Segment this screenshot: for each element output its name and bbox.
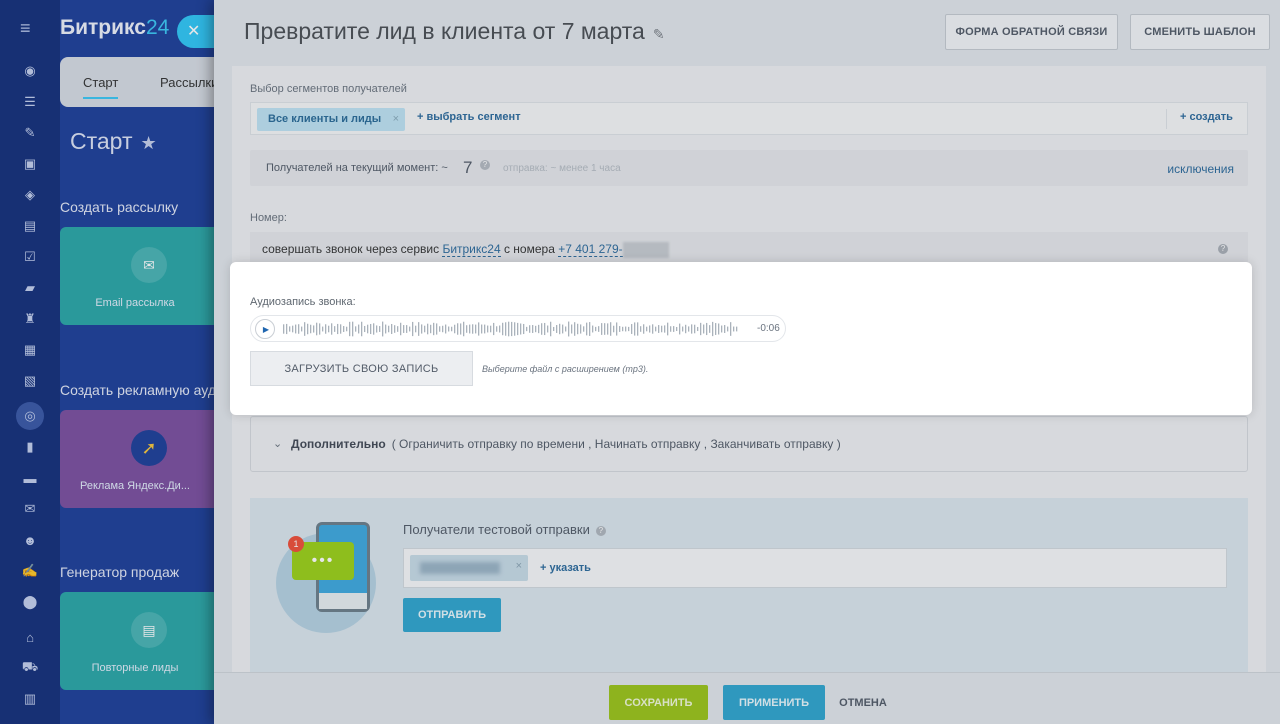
help-icon[interactable]: ? bbox=[1218, 244, 1228, 254]
nav-feed-icon[interactable]: ◉ bbox=[19, 60, 41, 82]
nav-filter-icon[interactable]: ☰ bbox=[19, 91, 41, 113]
nav-chat-icon[interactable]: ◈ bbox=[19, 184, 41, 206]
nav-mail-icon[interactable]: ✉ bbox=[19, 498, 41, 520]
app-logo: Битрикс24 bbox=[60, 16, 170, 39]
additional-options-text[interactable]: Дополнительно( Ограничить отправку по вр… bbox=[291, 437, 841, 451]
test-send-block: ••• 1 Получатели тестовой отправки? × + … bbox=[250, 498, 1248, 676]
tab-start[interactable]: Старт bbox=[83, 75, 119, 99]
segment-chip[interactable]: Все клиенты и лиды × bbox=[257, 108, 405, 131]
nav-drive-icon[interactable]: ▤ bbox=[19, 215, 41, 237]
segments-label: Выбор сегментов получателей bbox=[250, 83, 407, 95]
hamburger-menu-icon[interactable]: ≡ bbox=[20, 19, 31, 37]
blurred-phone-digits bbox=[622, 242, 669, 258]
nav-tasks-icon[interactable]: ✎ bbox=[19, 122, 41, 144]
recipient-chip[interactable]: × bbox=[410, 555, 528, 581]
nav-sites-icon[interactable]: ⬤ bbox=[19, 591, 41, 613]
number-text: совершать звонок через сервис Битрикс24 … bbox=[262, 242, 669, 258]
service-link[interactable]: Битрикс24 bbox=[442, 242, 501, 258]
divider bbox=[1166, 109, 1167, 129]
footer-bar: СОХРАНИТЬ ПРИМЕНИТЬ ОТМЕНА bbox=[214, 672, 1280, 724]
number-label: Номер: bbox=[250, 212, 287, 224]
audio-player[interactable]: ▶ -0:06 bbox=[250, 315, 786, 342]
nav-contacts-icon[interactable]: ▣ bbox=[19, 153, 41, 175]
card-label: Реклама Яндекс.Ди... bbox=[80, 480, 190, 492]
chevron-down-icon[interactable]: ⌄ bbox=[273, 437, 282, 450]
section-heading: Создать рассылку bbox=[60, 199, 179, 215]
nav-document-icon[interactable]: ▮ bbox=[19, 436, 41, 458]
send-time-estimate: отправка: ~ менее 1 часа bbox=[503, 163, 621, 174]
repeat-leads-icon: ▤ bbox=[131, 612, 167, 648]
cancel-button[interactable]: ОТМЕНА bbox=[834, 685, 892, 720]
edit-pencil-icon[interactable]: ✎ bbox=[653, 26, 665, 42]
card-label: Email рассылка bbox=[95, 297, 175, 309]
phone-link[interactable]: +7 401 279- bbox=[558, 242, 623, 258]
nav-robot-icon[interactable]: ♜ bbox=[19, 308, 41, 330]
additional-settings[interactable]: ⌄ Дополнительно( Ограничить отправку по … bbox=[250, 416, 1248, 472]
nav-report-icon[interactable]: ▧ bbox=[19, 370, 41, 392]
nav-shop-icon[interactable]: ▬ bbox=[19, 467, 41, 489]
nav-cart-icon[interactable]: ⛟ bbox=[19, 657, 41, 679]
remove-chip-icon[interactable]: × bbox=[516, 560, 522, 572]
add-recipient-link[interactable]: + указать bbox=[540, 562, 591, 574]
play-icon[interactable]: ▶ bbox=[255, 319, 275, 339]
save-button[interactable]: СОХРАНИТЬ bbox=[609, 685, 708, 720]
audio-recording-card: Аудиозапись звонка: ▶ -0:06 ЗАГРУЗИТЬ СВ… bbox=[230, 262, 1252, 415]
left-nav: ≡ ◉ ☰ ✎ ▣ ◈ ▤ ☑ ▰ ♜ ▦ ▧ ◎ ▮ ▬ ✉ ☻ ✍ ⬤ ⌂ … bbox=[0, 0, 60, 724]
card-label: Повторные лиды bbox=[91, 662, 179, 674]
help-icon[interactable]: ? bbox=[480, 160, 490, 170]
email-icon: ✉ bbox=[131, 247, 167, 283]
nav-marketing-icon[interactable]: ◎ bbox=[16, 402, 44, 430]
select-segment-link[interactable]: + выбрать сегмент bbox=[417, 111, 521, 123]
upload-hint: Выберите файл с расширением (mp3). bbox=[482, 364, 649, 374]
apply-button[interactable]: ПРИМЕНИТЬ bbox=[723, 685, 825, 720]
change-template-button[interactable]: СМЕНИТЬ ШАБЛОН bbox=[1130, 14, 1270, 50]
slider-title: Превратите лид в клиента от 7 марта ✎ bbox=[244, 18, 665, 44]
send-test-button[interactable]: ОТПРАВИТЬ bbox=[403, 598, 501, 632]
nav-messages-icon[interactable]: ▰ bbox=[19, 277, 41, 299]
recipients-row: Получателей на текущий момент: ~ 7 ? отп… bbox=[250, 150, 1248, 186]
recipients-label: Получателей на текущий момент: ~ bbox=[266, 162, 448, 174]
nav-team-icon[interactable]: ☻ bbox=[19, 529, 41, 551]
test-recipients-label: Получатели тестовой отправки? bbox=[403, 522, 606, 537]
tab-mailings[interactable]: Рассылки bbox=[160, 75, 218, 90]
background-page: Битрикс24 ✕ Старт Рассылки Старт ★ Создат… bbox=[60, 0, 264, 724]
audio-waveform[interactable] bbox=[283, 321, 743, 337]
recipients-count: 7 bbox=[463, 158, 473, 177]
create-segment-link[interactable]: + создать bbox=[1180, 111, 1233, 123]
segments-selector[interactable]: Все клиенты и лиды × + выбрать сегмент + … bbox=[250, 102, 1248, 135]
nav-calendar-icon[interactable]: ▦ bbox=[19, 339, 41, 361]
section-heading: Генератор продаж bbox=[60, 564, 180, 580]
audio-time: -0:06 bbox=[757, 323, 780, 334]
nav-sign-icon[interactable]: ✍ bbox=[19, 560, 41, 582]
yandex-direct-icon: ➚ bbox=[131, 430, 167, 466]
exclusions-link[interactable]: исключения bbox=[1167, 162, 1234, 176]
blurred-recipient bbox=[420, 562, 500, 574]
remove-chip-icon[interactable]: × bbox=[393, 108, 399, 131]
nav-checklist-icon[interactable]: ☑ bbox=[19, 246, 41, 268]
notification-badge: 1 bbox=[288, 536, 304, 552]
help-icon[interactable]: ? bbox=[595, 525, 606, 536]
feedback-form-button[interactable]: ФОРМА ОБРАТНОЙ СВЯЗИ bbox=[945, 14, 1118, 50]
test-recipients-input[interactable]: × + указать bbox=[403, 548, 1227, 588]
nav-analytics-icon[interactable]: ▥ bbox=[19, 688, 41, 710]
audio-label: Аудиозапись звонка: bbox=[250, 296, 356, 308]
page-title: Старт ★ bbox=[70, 128, 157, 154]
star-icon[interactable]: ★ bbox=[141, 133, 157, 153]
upload-recording-button[interactable]: ЗАГРУЗИТЬ СВОЮ ЗАПИСЬ bbox=[250, 351, 473, 386]
nav-company-icon[interactable]: ⌂ bbox=[19, 626, 41, 648]
